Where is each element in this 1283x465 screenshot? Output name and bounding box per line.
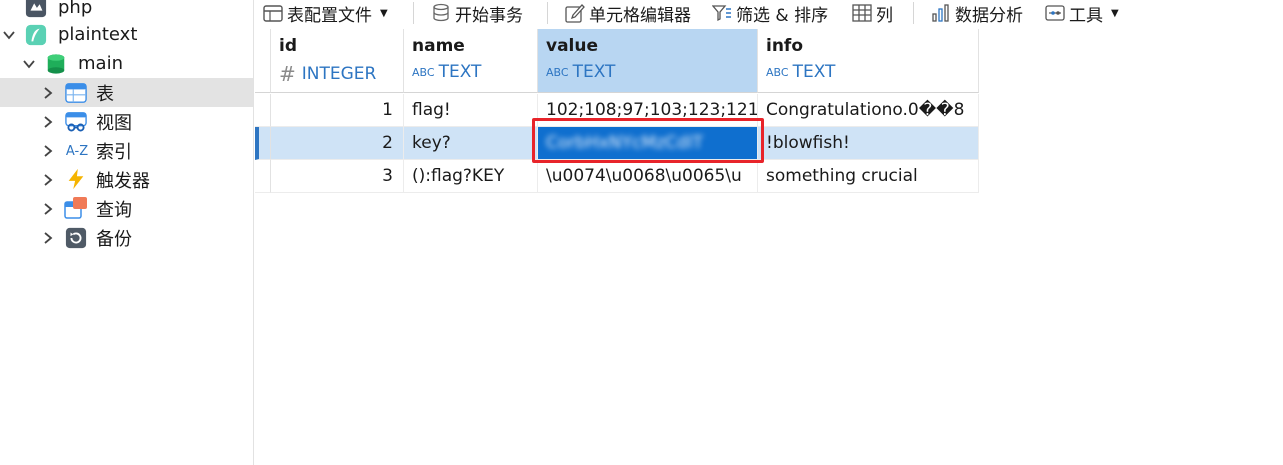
cell-name[interactable]: ():flag?KEY xyxy=(404,160,538,193)
query-icon xyxy=(64,196,88,220)
highlight-annotation-box xyxy=(532,118,764,163)
tools-button[interactable]: 工具 ▼ xyxy=(1045,0,1119,26)
chevron-down-icon[interactable] xyxy=(22,57,36,71)
cell-info[interactable]: something crucial xyxy=(758,160,979,193)
table-config-icon xyxy=(263,5,283,22)
row-number-header[interactable] xyxy=(255,29,271,93)
columns-grid-icon xyxy=(852,4,872,22)
tree-item-tables[interactable]: 表 xyxy=(0,78,253,107)
cell-id[interactable]: 2 xyxy=(271,127,404,160)
tools-label: 工具 xyxy=(1069,5,1103,26)
cell-id[interactable]: 1 xyxy=(271,94,404,127)
index-az-icon: A-Z xyxy=(65,143,89,159)
column-type: ABC TEXT xyxy=(766,62,835,82)
row-marker[interactable] xyxy=(255,94,271,127)
tree-item-label: plaintext xyxy=(58,24,138,45)
feather-database-icon xyxy=(24,23,48,47)
toolbar-divider xyxy=(913,2,914,24)
table-icon xyxy=(64,81,88,105)
chevron-right-icon[interactable] xyxy=(41,202,55,216)
toolbar-divider xyxy=(413,2,414,24)
table-config-label: 表配置文件 xyxy=(287,5,372,26)
cell-info[interactable]: Congratulationo.0��8 xyxy=(758,94,979,127)
toolbar: 表配置文件 ▼ 开始事务 单元格编辑器 筛选 & 排序 列 数据分析 工具 ▼ xyxy=(255,0,1283,27)
column-type-label: TEXT xyxy=(438,62,482,82)
begin-transaction-button[interactable]: 开始事务 xyxy=(431,0,523,26)
tree-item-label: 索引 xyxy=(96,141,132,163)
cell-name[interactable]: flag! xyxy=(404,94,538,127)
edit-pencil-icon xyxy=(565,4,585,23)
column-type-label: TEXT xyxy=(572,62,616,82)
data-analysis-button[interactable]: 数据分析 xyxy=(931,0,1023,26)
tree-item-queries[interactable]: 查询 xyxy=(0,194,253,223)
column-header-value[interactable]: value ABC TEXT xyxy=(538,29,758,93)
column-type-label: INTEGER xyxy=(301,64,377,84)
cell-id[interactable]: 3 xyxy=(271,160,404,193)
column-type: # INTEGER xyxy=(279,62,376,86)
chevron-right-icon[interactable] xyxy=(41,86,55,100)
column-name: name xyxy=(412,36,465,56)
table-config-button[interactable]: 表配置文件 ▼ xyxy=(263,0,388,26)
integer-type-icon: # xyxy=(279,62,296,86)
tree-item-triggers[interactable]: 触发器 xyxy=(0,165,253,194)
lightning-bolt-icon xyxy=(64,167,88,191)
chevron-down-icon[interactable] xyxy=(2,28,16,42)
tree-item-label: 表 xyxy=(96,83,114,105)
tree-item-label: 查询 xyxy=(96,199,132,221)
tree-item-backups[interactable]: 备份 xyxy=(0,223,253,252)
column-header-id[interactable]: id # INTEGER xyxy=(271,29,404,93)
column-type: ABC TEXT xyxy=(546,62,615,82)
cell-editor-label: 单元格编辑器 xyxy=(589,5,691,26)
cell-value[interactable]: \u0074\u0068\u0065\u xyxy=(538,160,758,193)
data-analysis-label: 数据分析 xyxy=(955,5,1023,26)
cell-editor-button[interactable]: 单元格编辑器 xyxy=(565,0,691,26)
begin-transaction-label: 开始事务 xyxy=(455,5,523,26)
tree-item-label: 触发器 xyxy=(96,170,150,192)
tree-item-php[interactable]: php xyxy=(0,0,253,22)
text-type-icon: ABC xyxy=(412,65,435,79)
row-marker[interactable] xyxy=(255,160,271,193)
column-header-info[interactable]: info ABC TEXT xyxy=(758,29,979,93)
tree-item-label: 视图 xyxy=(96,112,132,134)
tree-item-label: 备份 xyxy=(96,228,132,250)
row-marker[interactable] xyxy=(255,127,271,160)
filter-sort-label: 筛选 & 排序 xyxy=(736,5,829,26)
chevron-right-icon[interactable] xyxy=(41,144,55,158)
caret-down-icon: ▼ xyxy=(380,7,388,19)
column-type-label: TEXT xyxy=(792,62,836,82)
php-database-icon xyxy=(24,0,48,19)
tree-item-indexes[interactable]: A-Z 索引 xyxy=(0,136,253,165)
tree-item-views[interactable]: 视图 xyxy=(0,107,253,136)
filter-funnel-icon xyxy=(712,5,731,22)
column-name: info xyxy=(766,36,804,56)
tree-item-label: main xyxy=(78,53,123,74)
columns-label: 列 xyxy=(876,5,893,26)
view-glasses-icon xyxy=(64,110,88,134)
chevron-right-icon[interactable] xyxy=(41,115,55,129)
database-stack-icon xyxy=(433,3,449,22)
table-row[interactable]: 3 ():flag?KEY \u0074\u0068\u0065\u somet… xyxy=(255,160,979,193)
tools-sliders-icon xyxy=(1045,5,1065,21)
cell-info[interactable]: !blowfish! xyxy=(758,127,979,160)
caret-down-icon: ▼ xyxy=(1111,7,1119,19)
cell-name[interactable]: key? xyxy=(404,127,538,160)
columns-button[interactable]: 列 xyxy=(852,0,893,26)
tree-item-plaintext[interactable]: plaintext xyxy=(0,20,253,49)
text-type-icon: ABC xyxy=(546,65,569,79)
chevron-right-icon[interactable] xyxy=(41,231,55,245)
schema-cylinder-icon xyxy=(44,52,68,76)
object-tree-sidebar: php plaintext main 表 视图 A-Z 索引 触发器 查询 备份 xyxy=(0,0,254,465)
filter-sort-button[interactable]: 筛选 & 排序 xyxy=(712,0,828,26)
tree-item-label: php xyxy=(58,0,93,18)
column-header-name[interactable]: name ABC TEXT xyxy=(404,29,538,93)
column-name: value xyxy=(546,36,599,56)
chevron-right-icon[interactable] xyxy=(41,173,55,187)
backup-restore-icon xyxy=(64,226,88,250)
bar-chart-icon xyxy=(932,4,949,22)
text-type-icon: ABC xyxy=(766,65,789,79)
column-name: id xyxy=(279,36,297,56)
toolbar-divider xyxy=(547,2,548,24)
tree-item-main[interactable]: main xyxy=(0,49,253,78)
column-type: ABC TEXT xyxy=(412,62,481,82)
